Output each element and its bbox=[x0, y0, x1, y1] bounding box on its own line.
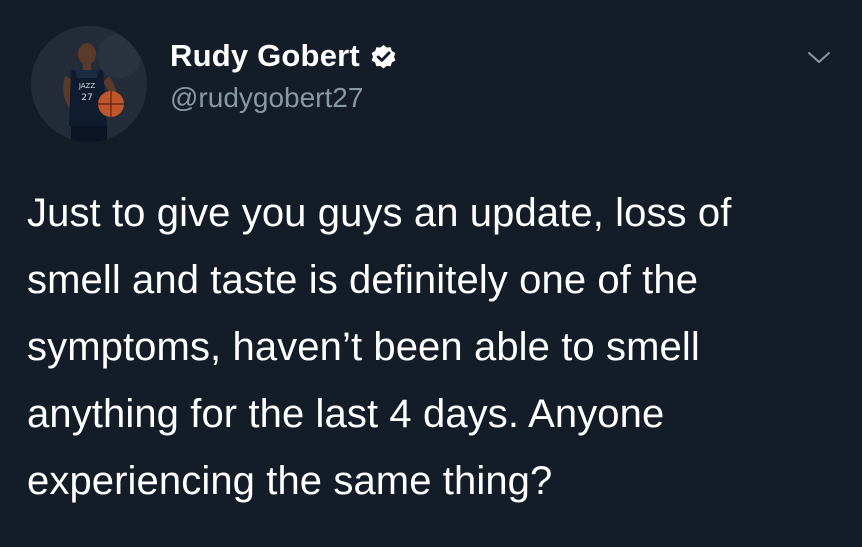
tweet-header: Rudy Gobert @rudygobert27 bbox=[170, 36, 398, 116]
tweet-text-line: anything for the last 4 days. Anyone bbox=[27, 392, 665, 436]
tweet-text-line: symptoms, haven’t been able to smell bbox=[27, 325, 700, 369]
tweet-text: Just to give you guys an update, loss of… bbox=[27, 180, 847, 515]
verified-badge-icon bbox=[369, 42, 398, 71]
name-row: Rudy Gobert bbox=[170, 36, 398, 76]
avatar[interactable]: JAZZ 27 bbox=[31, 26, 147, 142]
tweet-card: JAZZ 27 Rudy Gobert @rudygobert27 Just t… bbox=[0, 0, 862, 547]
svg-text:JAZZ: JAZZ bbox=[78, 82, 96, 90]
tweet-text-line: Just to give you guys an update, loss of bbox=[27, 191, 732, 235]
user-handle[interactable]: @rudygobert27 bbox=[170, 82, 398, 114]
tweet-text-line: smell and taste is definitely one of the bbox=[27, 258, 699, 302]
chevron-down-icon[interactable] bbox=[803, 47, 835, 69]
display-name[interactable]: Rudy Gobert bbox=[170, 38, 360, 74]
svg-text:27: 27 bbox=[81, 93, 92, 103]
profile-photo-icon: JAZZ 27 bbox=[31, 26, 147, 142]
tweet-text-line: experiencing the same thing? bbox=[27, 459, 553, 503]
